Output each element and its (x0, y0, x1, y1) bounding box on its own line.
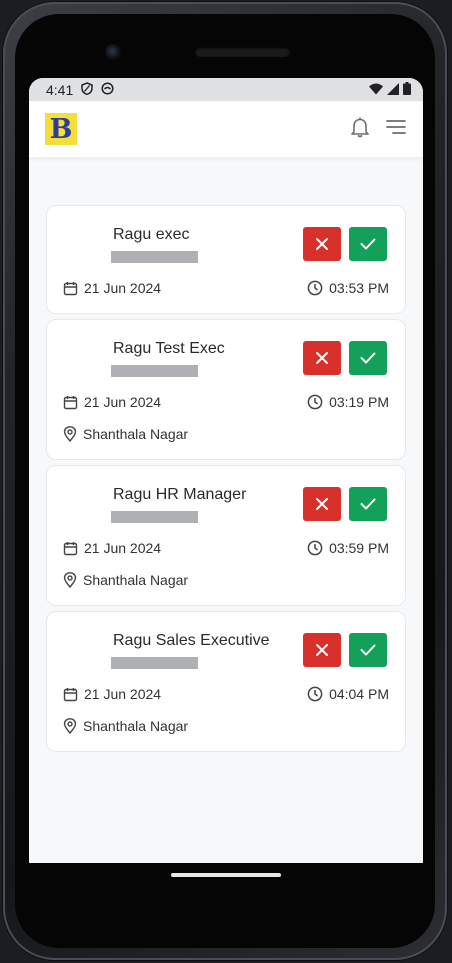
location-pin-icon (63, 426, 77, 442)
date-row: 21 Jun 2024 (63, 686, 161, 702)
check-icon (360, 498, 376, 510)
location-pin-icon (63, 718, 77, 734)
status-bar: 4:41 (29, 78, 423, 101)
request-time: 03:53 PM (329, 280, 389, 296)
accept-button[interactable] (349, 227, 387, 261)
employee-name: Ragu HR Manager (113, 486, 247, 503)
date-row: 21 Jun 2024 (63, 540, 161, 556)
earpiece-speaker (195, 47, 290, 57)
request-date: 21 Jun 2024 (84, 280, 162, 296)
reject-button[interactable] (303, 633, 341, 667)
request-date: 21 Jun 2024 (84, 540, 162, 556)
time-row: 03:19 PM (307, 394, 389, 410)
close-icon (316, 644, 328, 656)
request-card: Ragu Test Exec 21 Jun 2024 03:19 PM Shan… (46, 319, 406, 460)
check-icon (360, 352, 376, 364)
location-row: Shanthala Nagar (63, 426, 188, 442)
location-pin-icon (63, 572, 77, 588)
redacted-detail (111, 511, 198, 523)
home-indicator[interactable] (171, 873, 281, 877)
signal-icon (387, 82, 399, 98)
request-location: Shanthala Nagar (83, 572, 189, 588)
employee-name: Ragu exec (113, 226, 190, 243)
request-location: Shanthala Nagar (83, 718, 189, 734)
clock-icon (307, 686, 323, 702)
request-card: Ragu HR Manager 21 Jun 2024 03:59 PM Sha… (46, 465, 406, 606)
time-row: 03:59 PM (307, 540, 389, 556)
date-row: 21 Jun 2024 (63, 394, 161, 410)
close-icon (316, 498, 328, 510)
employee-name: Ragu Sales Executive (113, 632, 270, 649)
shield-icon (81, 81, 93, 98)
calendar-icon (63, 281, 78, 295)
request-time: 03:19 PM (329, 394, 389, 410)
request-date: 21 Jun 2024 (84, 686, 162, 702)
battery-icon (403, 81, 411, 98)
calendar-icon (63, 687, 78, 701)
menu-icon[interactable] (385, 118, 407, 141)
screen: 4:41 B Ragu exec 21 Jun 2024 03:53 PM Ra… (29, 78, 423, 863)
redacted-detail (111, 365, 198, 377)
app-header: B (29, 101, 423, 157)
brand-logo[interactable]: B (45, 113, 77, 145)
app-notification-icon (101, 81, 114, 98)
location-row: Shanthala Nagar (63, 572, 188, 588)
wifi-icon (369, 82, 383, 98)
calendar-icon (63, 395, 78, 409)
accept-button[interactable] (349, 633, 387, 667)
time-row: 04:04 PM (307, 686, 389, 702)
check-icon (360, 644, 376, 656)
location-row: Shanthala Nagar (63, 718, 188, 734)
reject-button[interactable] (303, 227, 341, 261)
clock-icon (307, 394, 323, 410)
request-card: Ragu exec 21 Jun 2024 03:53 PM (46, 205, 406, 314)
request-time: 03:59 PM (329, 540, 389, 556)
clock-icon (307, 280, 323, 296)
request-card: Ragu Sales Executive 21 Jun 2024 04:04 P… (46, 611, 406, 752)
accept-button[interactable] (349, 341, 387, 375)
request-time: 04:04 PM (329, 686, 389, 702)
redacted-detail (111, 657, 198, 669)
clock-icon (307, 540, 323, 556)
status-time: 4:41 (46, 81, 74, 98)
close-icon (316, 238, 328, 250)
reject-button[interactable] (303, 341, 341, 375)
close-icon (316, 352, 328, 364)
bell-icon[interactable] (349, 116, 371, 143)
calendar-icon (63, 541, 78, 555)
request-date: 21 Jun 2024 (84, 394, 162, 410)
front-camera (105, 44, 121, 60)
accept-button[interactable] (349, 487, 387, 521)
check-icon (360, 238, 376, 250)
reject-button[interactable] (303, 487, 341, 521)
time-row: 03:53 PM (307, 280, 389, 296)
date-row: 21 Jun 2024 (63, 280, 161, 296)
request-list: Ragu exec 21 Jun 2024 03:53 PM Ragu Test… (29, 157, 423, 752)
redacted-detail (111, 251, 198, 263)
employee-name: Ragu Test Exec (113, 340, 225, 357)
request-location: Shanthala Nagar (83, 426, 189, 442)
